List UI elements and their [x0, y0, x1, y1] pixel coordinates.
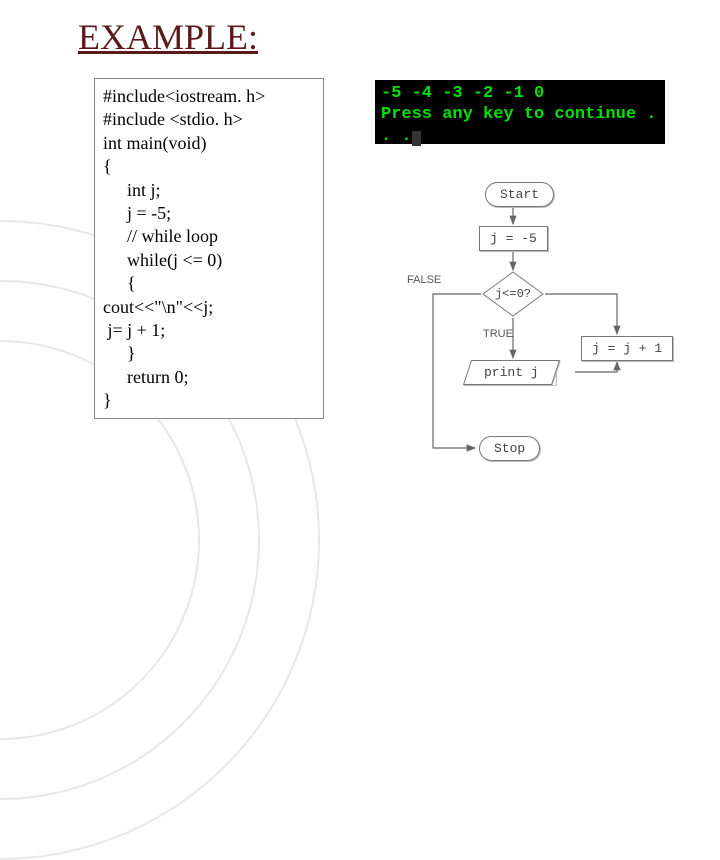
code-line: {: [103, 155, 315, 178]
code-line: }: [103, 342, 315, 365]
code-line: int j;: [103, 179, 315, 202]
code-line: j= j + 1;: [103, 319, 315, 342]
code-box: #include<iostream. h> #include <stdio. h…: [94, 78, 324, 419]
flow-stop: Stop: [479, 436, 540, 461]
flow-true-label: TRUE: [483, 328, 513, 340]
code-line: // while loop: [103, 225, 315, 248]
code-line: #include <stdio. h>: [103, 108, 315, 131]
code-line: cout<<"\n"<<j;: [103, 296, 315, 319]
code-line: while(j <= 0): [103, 249, 315, 272]
flow-print: print j: [467, 360, 556, 385]
flowchart: Start j = -5 j<=0? FALSE TRUE print j j …: [405, 180, 705, 510]
console-output: -5 -4 -3 -2 -1 0 Press any key to contin…: [375, 80, 665, 144]
flow-start: Start: [485, 182, 554, 207]
code-line: int main(void): [103, 132, 315, 155]
console-line: -5 -4 -3 -2 -1 0: [381, 83, 659, 104]
console-line: Press any key to continue . . .: [381, 104, 659, 147]
flow-inc: j = j + 1: [581, 336, 673, 361]
cursor-icon: [412, 131, 421, 146]
code-line: return 0;: [103, 366, 315, 389]
code-line: j = -5;: [103, 202, 315, 225]
flow-init: j = -5: [479, 226, 548, 251]
flow-false-label: FALSE: [407, 274, 441, 286]
code-line: {: [103, 272, 315, 295]
page-title: EXAMPLE:: [78, 16, 258, 58]
flow-cond-label: j<=0?: [481, 270, 545, 318]
flow-decision: j<=0?: [481, 270, 545, 318]
code-line: #include<iostream. h>: [103, 85, 315, 108]
code-line: }: [103, 389, 315, 412]
